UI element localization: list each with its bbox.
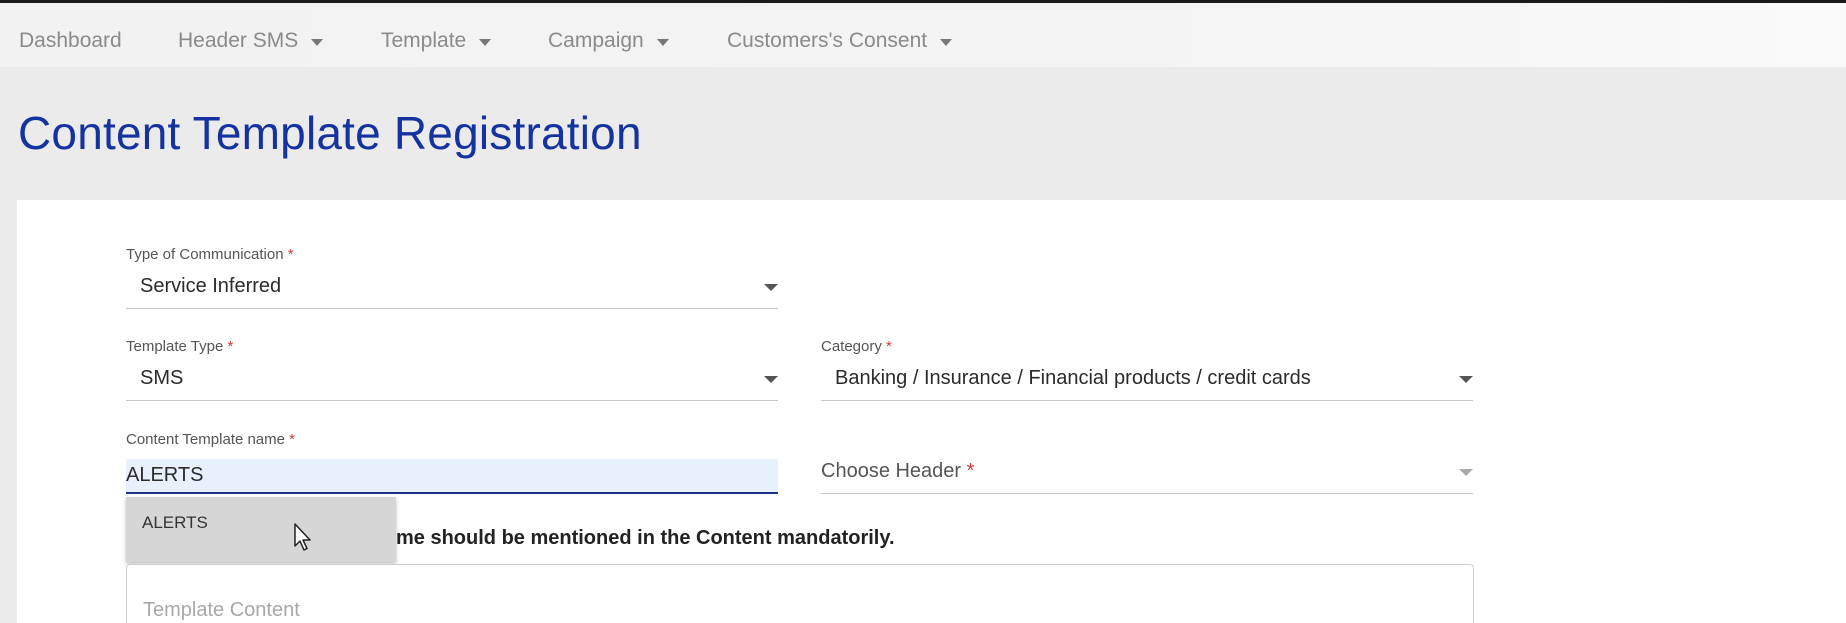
template-content-textarea[interactable]: Template Content — [126, 564, 1474, 623]
caret-down-icon — [764, 284, 778, 291]
caret-down-icon — [311, 38, 324, 46]
caret-down-icon — [764, 376, 778, 383]
choose-header-select[interactable]: Choose Header * — [821, 450, 1473, 494]
template-type-label: Template Type * — [126, 338, 234, 355]
caret-down-icon — [940, 38, 953, 46]
nav-campaign-label: Campaign — [548, 29, 644, 52]
required-mark: * — [886, 338, 892, 355]
required-mark: * — [966, 460, 975, 482]
nav-customers-consent[interactable]: Customers's Consent — [727, 29, 953, 53]
mouse-pointer-icon — [294, 523, 311, 551]
template-type-value: SMS — [140, 367, 184, 389]
autocomplete-option-alerts[interactable]: ALERTS — [126, 497, 396, 562]
template-type-select[interactable]: SMS — [126, 357, 778, 401]
autocomplete-option-label: ALERTS — [142, 513, 208, 532]
choose-header-placeholder: Choose Header * — [821, 460, 975, 482]
nav-header-sms[interactable]: Header SMS — [178, 29, 324, 53]
type-of-communication-value: Service Inferred — [140, 275, 282, 297]
nav-header-sms-label: Header SMS — [178, 29, 299, 52]
nav-campaign[interactable]: Campaign — [548, 29, 669, 53]
caret-down-icon — [1459, 376, 1473, 383]
nav-template[interactable]: Template — [381, 29, 492, 53]
type-of-communication-label: Type of Communication * — [126, 246, 294, 263]
caret-down-icon — [479, 38, 492, 46]
nav-template-label: Template — [381, 29, 467, 52]
caret-down-icon — [1459, 469, 1473, 476]
category-label: Category * — [821, 338, 892, 355]
required-mark: * — [227, 338, 234, 355]
nav-dashboard[interactable]: Dashboard — [19, 29, 122, 53]
page-title: Content Template Registration — [18, 107, 642, 159]
content-template-name-label: Content Template name * — [126, 431, 296, 448]
required-mark: * — [287, 246, 294, 263]
caret-down-icon — [656, 38, 669, 46]
category-select[interactable]: Banking / Insurance / Financial products… — [821, 357, 1473, 401]
nav-customers-consent-label: Customers's Consent — [727, 29, 928, 52]
type-of-communication-select[interactable]: Service Inferred — [126, 265, 778, 309]
template-content-placeholder: Template Content — [143, 599, 300, 621]
top-navbar: Dashboard Header SMS Template Campaign C… — [0, 3, 1846, 67]
required-mark: * — [289, 431, 296, 448]
nav-dashboard-label: Dashboard — [19, 29, 122, 52]
category-value: Banking / Insurance / Financial products… — [835, 367, 1311, 389]
content-template-name-input[interactable] — [126, 459, 778, 494]
